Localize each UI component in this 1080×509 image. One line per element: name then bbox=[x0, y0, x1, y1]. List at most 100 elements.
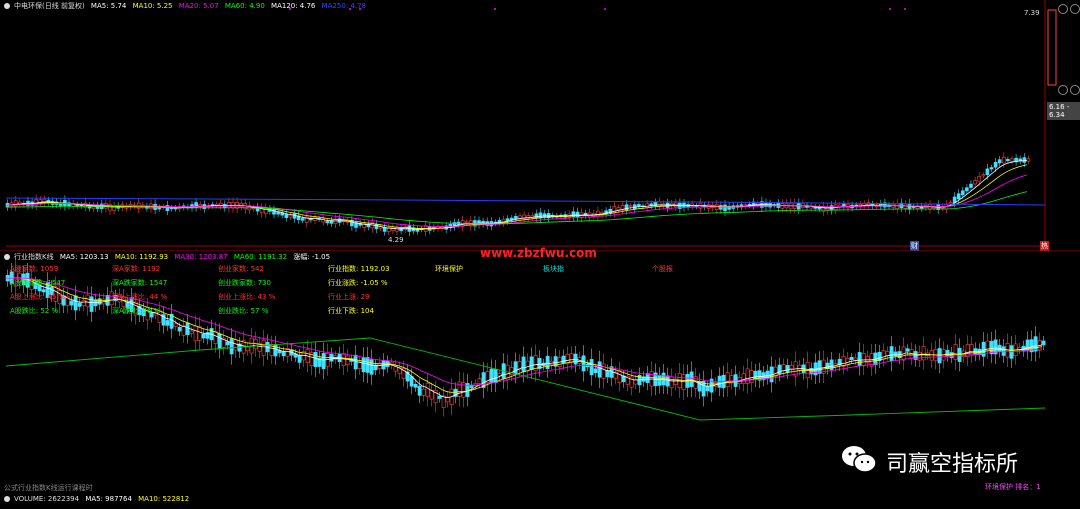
index-candle bbox=[225, 341, 230, 346]
settings-dot-icon[interactable] bbox=[4, 254, 10, 260]
index-candle bbox=[905, 348, 910, 352]
settings-dot-icon[interactable] bbox=[4, 3, 10, 9]
price-candle bbox=[956, 193, 961, 200]
signal-dot bbox=[604, 8, 606, 10]
index-candle bbox=[489, 368, 494, 383]
index-candle bbox=[725, 372, 730, 388]
index-candle bbox=[881, 350, 886, 360]
scroll-down-icon[interactable] bbox=[1070, 85, 1080, 95]
index-candle bbox=[229, 338, 234, 355]
price-chart-header: 中电环保(日线 前复权) MA5: 5.74 MA10: 5.25 MA20: … bbox=[4, 1, 370, 11]
index-candle bbox=[245, 346, 250, 352]
vol-ma10-label: MA10: 522812 bbox=[138, 495, 190, 503]
brand-name: 司赢空指标所 bbox=[886, 452, 1019, 477]
stat-industry-down: 行业下跌: 104 bbox=[328, 307, 374, 315]
index-candle bbox=[893, 351, 898, 357]
index-candle bbox=[425, 382, 430, 397]
index-candle bbox=[97, 298, 102, 305]
index-candle bbox=[281, 351, 286, 357]
settings-dot-icon[interactable] bbox=[4, 496, 10, 502]
index-candle bbox=[633, 379, 638, 385]
price-candle bbox=[723, 204, 727, 212]
industry-rank: 环境保护 排名：1 bbox=[985, 483, 1041, 491]
price-chart-pane[interactable]: 中电环保(日线 前复权) MA5: 5.74 MA10: 5.25 MA20: … bbox=[0, 0, 1080, 251]
price-candle bbox=[965, 187, 969, 192]
index-candle bbox=[953, 344, 958, 360]
high-price-label: 7.39 bbox=[1024, 9, 1040, 17]
index-candle bbox=[929, 350, 934, 361]
price-candle bbox=[263, 207, 268, 214]
index-candle bbox=[989, 340, 994, 355]
price-candle bbox=[637, 204, 641, 207]
price-candle bbox=[997, 159, 1002, 164]
mid-ma60-label: MA60: 1191.32 bbox=[233, 253, 288, 261]
index-candle bbox=[773, 366, 778, 377]
index-candle bbox=[185, 322, 190, 335]
price-candle bbox=[514, 216, 518, 220]
index-candle bbox=[937, 348, 942, 364]
price-candle bbox=[464, 221, 469, 224]
volume-pane[interactable]: VOLUME: 2622394 MA5: 987764 MA10: 522812 bbox=[0, 492, 1080, 509]
index-candle bbox=[705, 385, 710, 392]
stat-sz-up-ratio: 深A上涨比: 44 % bbox=[112, 293, 168, 301]
index-candle bbox=[537, 358, 542, 369]
ma20-label: MA20: 5.07 bbox=[178, 2, 219, 10]
index-candle bbox=[857, 352, 862, 367]
ma60-label: MA60: 4.90 bbox=[224, 2, 265, 10]
index-candle bbox=[81, 300, 86, 306]
price-candle bbox=[284, 213, 289, 218]
index-candle bbox=[841, 356, 846, 367]
sector-index-link[interactable]: 板块指 bbox=[543, 264, 564, 274]
price-candle bbox=[973, 180, 977, 185]
zoom-in-icon[interactable] bbox=[1070, 4, 1080, 14]
index-candle bbox=[589, 359, 594, 376]
stock-report-link[interactable]: 个股报 bbox=[652, 264, 673, 274]
index-candle bbox=[749, 370, 754, 383]
price-candle bbox=[288, 214, 293, 218]
stat-sz-down-ratio: 深A跌比: 56 % bbox=[112, 307, 161, 315]
price-candle bbox=[300, 218, 305, 221]
signal-dot bbox=[889, 8, 891, 10]
index-candle bbox=[1033, 336, 1038, 352]
industry-index-header: 行业指数K线 MA5: 1203.13 MA10: 1192.93 MA30: … bbox=[4, 252, 334, 262]
index-candle bbox=[785, 365, 790, 373]
mid-ma5-label: MA5: 1203.13 bbox=[59, 253, 109, 261]
index-candle bbox=[165, 320, 170, 326]
stat-sz-up: 深A家数: 1192 bbox=[112, 265, 161, 273]
price-candle bbox=[657, 201, 662, 207]
price-candle bbox=[993, 162, 998, 168]
stat-industry-change: 行业涨跌: -1.05 % bbox=[328, 279, 388, 287]
index-candle bbox=[205, 332, 210, 339]
index-candle bbox=[273, 344, 278, 357]
index-candle bbox=[353, 354, 358, 370]
price-candle bbox=[989, 167, 994, 170]
zoom-out-icon[interactable] bbox=[1058, 4, 1068, 14]
index-candle bbox=[197, 326, 202, 341]
stock-title: 中电环保(日线 前复权) bbox=[14, 2, 85, 10]
price-candle bbox=[1001, 156, 1006, 164]
index-candle bbox=[1001, 346, 1006, 356]
index-candle bbox=[529, 356, 534, 370]
index-candle bbox=[797, 364, 802, 371]
price-candle bbox=[977, 176, 982, 182]
ma-line bbox=[5, 160, 1027, 230]
index-candle bbox=[77, 302, 82, 307]
index-candle bbox=[193, 325, 198, 342]
index-candle bbox=[745, 368, 750, 384]
index-candle bbox=[313, 352, 318, 367]
index-candle bbox=[321, 353, 326, 370]
index-candle bbox=[73, 295, 78, 311]
index-candle bbox=[441, 395, 446, 408]
index-candle bbox=[369, 359, 374, 375]
index-candle bbox=[1041, 340, 1046, 346]
stat-gem-up-ratio: 创业上涨比: 43 % bbox=[218, 293, 276, 301]
price-chart[interactable] bbox=[0, 0, 1080, 250]
scroll-up-icon[interactable] bbox=[1058, 85, 1068, 95]
mid-ma10-label: MA10: 1192.93 bbox=[114, 253, 169, 261]
price-candle bbox=[985, 168, 990, 176]
stat-a-down: A股跌家数: 1547 bbox=[10, 279, 66, 287]
industry-index-pane[interactable]: 行业指数K线 MA5: 1203.13 MA10: 1192.93 MA30: … bbox=[0, 246, 1080, 492]
signal-dot bbox=[494, 8, 496, 10]
index-candle bbox=[177, 327, 182, 332]
index-candle bbox=[605, 370, 610, 378]
